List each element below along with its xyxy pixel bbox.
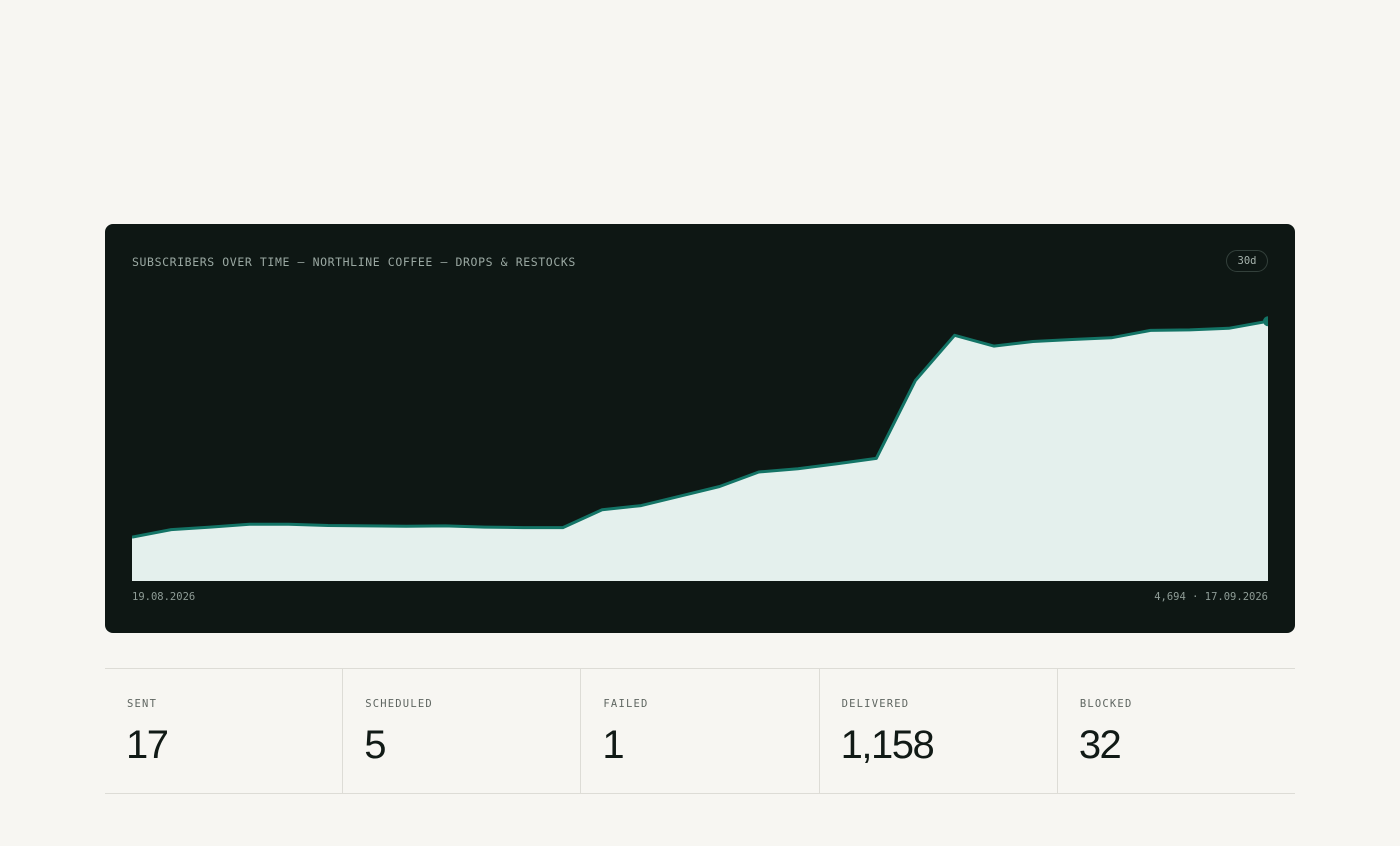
- stat-label: FAILED: [603, 698, 649, 710]
- stat-value: 32: [1078, 723, 1122, 767]
- x-axis-start-label: 19.08.2026: [132, 591, 196, 603]
- subscribers-area-chart: [132, 316, 1268, 581]
- stat-failed: FAILED 1: [581, 669, 820, 793]
- stat-label: SENT: [127, 698, 158, 710]
- stat-label: BLOCKED: [1079, 698, 1133, 710]
- range-selector-button[interactable]: 30d: [1226, 250, 1268, 272]
- stat-sent: SENT 17: [105, 669, 344, 793]
- stat-scheduled: SCHEDULED 5: [343, 669, 582, 793]
- stat-value: 1: [602, 723, 624, 767]
- stat-delivered: DELIVERED 1,158: [820, 669, 1058, 793]
- stats-row: SENT 17 SCHEDULED 5 FAILED 1 DELIVERED 1…: [105, 668, 1295, 794]
- x-axis-end-label: 4,694 · 17.09.2026: [1154, 591, 1268, 603]
- chart-title: SUBSCRIBERS OVER TIME — NORTHLINE COFFEE…: [132, 255, 576, 269]
- stat-label: SCHEDULED: [365, 698, 433, 710]
- stat-label: DELIVERED: [841, 698, 910, 710]
- stat-value: 17: [126, 723, 169, 767]
- area-fill: [132, 321, 1268, 581]
- stat-value: 5: [364, 723, 386, 767]
- stat-blocked: BLOCKED 32: [1058, 669, 1295, 793]
- subscribers-chart-card: SUBSCRIBERS OVER TIME — NORTHLINE COFFEE…: [105, 224, 1295, 633]
- stat-value: 1,158: [840, 723, 935, 767]
